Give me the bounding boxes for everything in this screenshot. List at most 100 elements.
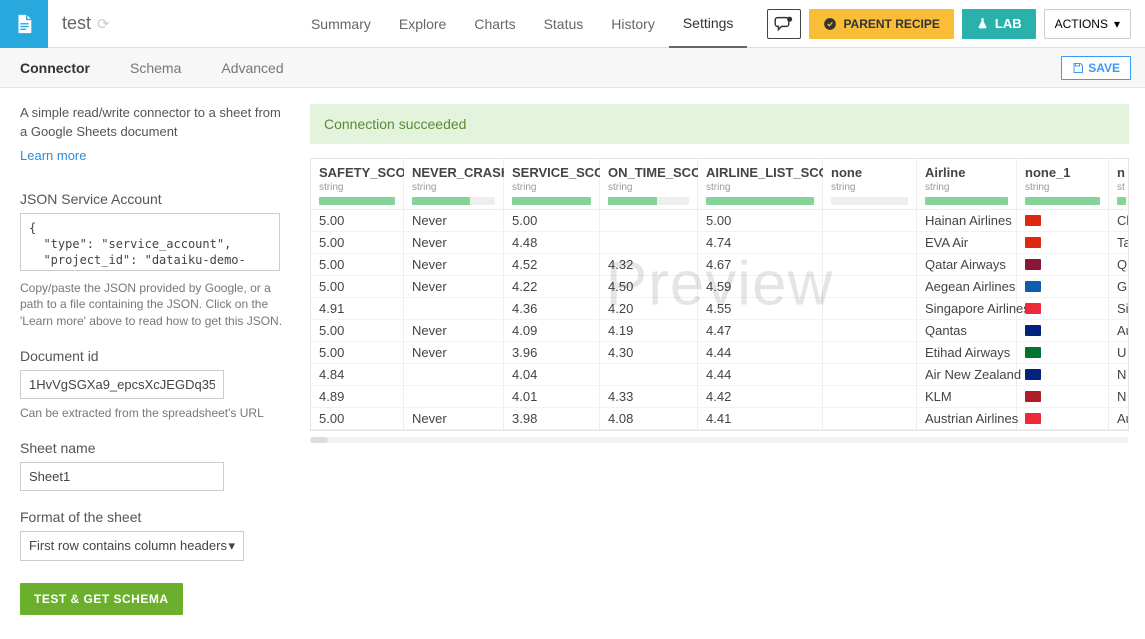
sub-tab-connector[interactable]: Connector: [0, 48, 110, 88]
table-cell[interactable]: 5.00: [311, 342, 403, 364]
table-cell[interactable]: Singapore Airlines: [917, 298, 1016, 320]
table-cell[interactable]: 4.22: [504, 276, 599, 298]
table-cell[interactable]: 5.00: [311, 232, 403, 254]
table-cell[interactable]: [404, 386, 503, 408]
table-cell[interactable]: [600, 232, 697, 254]
table-cell[interactable]: [823, 386, 916, 408]
column-header[interactable]: none_1: [1025, 165, 1100, 180]
table-cell[interactable]: [823, 298, 916, 320]
table-cell[interactable]: [600, 210, 697, 232]
table-cell[interactable]: 4.89: [311, 386, 403, 408]
column-header[interactable]: AIRLINE_LIST_SCORE: [706, 165, 814, 180]
sheet-name-input[interactable]: [20, 462, 224, 491]
test-schema-button[interactable]: TEST & GET SCHEMA: [20, 583, 183, 615]
table-cell[interactable]: EVA Air: [917, 232, 1016, 254]
table-cell[interactable]: 4.04: [504, 364, 599, 386]
table-cell[interactable]: 3.98: [504, 408, 599, 430]
table-cell[interactable]: 4.47: [698, 320, 822, 342]
table-cell[interactable]: Qatar Airways: [917, 254, 1016, 276]
table-cell[interactable]: [823, 342, 916, 364]
table-cell[interactable]: KLM: [917, 386, 1016, 408]
table-cell[interactable]: Austrian Airlines: [917, 408, 1016, 430]
table-cell[interactable]: Cl: [1109, 210, 1129, 232]
table-cell[interactable]: 5.00: [504, 210, 599, 232]
table-cell[interactable]: [823, 254, 916, 276]
table-cell[interactable]: Au: [1109, 320, 1129, 342]
table-cell[interactable]: [1017, 232, 1108, 254]
table-cell[interactable]: 4.42: [698, 386, 822, 408]
table-cell[interactable]: [404, 364, 503, 386]
table-cell[interactable]: Etihad Airways: [917, 342, 1016, 364]
table-cell[interactable]: Au: [1109, 408, 1129, 430]
parent-recipe-button[interactable]: PARENT RECIPE: [809, 9, 953, 39]
sub-tab-schema[interactable]: Schema: [110, 48, 201, 88]
table-cell[interactable]: 4.44: [698, 364, 822, 386]
table-cell[interactable]: Q: [1109, 254, 1129, 276]
table-cell[interactable]: N: [1109, 386, 1129, 408]
table-cell[interactable]: [1017, 254, 1108, 276]
table-cell[interactable]: 5.00: [698, 210, 822, 232]
column-header[interactable]: NEVER_CRASHED: [412, 165, 495, 180]
table-cell[interactable]: Never: [404, 210, 503, 232]
table-cell[interactable]: Hainan Airlines: [917, 210, 1016, 232]
table-cell[interactable]: 4.20: [600, 298, 697, 320]
table-cell[interactable]: 5.00: [311, 408, 403, 430]
table-cell[interactable]: Gr: [1109, 276, 1129, 298]
table-cell[interactable]: 3.96: [504, 342, 599, 364]
table-cell[interactable]: 4.09: [504, 320, 599, 342]
table-cell[interactable]: 4.19: [600, 320, 697, 342]
table-cell[interactable]: [1017, 386, 1108, 408]
format-select[interactable]: First row contains column headers ▾: [20, 531, 244, 561]
discussions-button[interactable]: [767, 9, 801, 39]
sub-tab-advanced[interactable]: Advanced: [201, 48, 303, 88]
table-cell[interactable]: Qantas: [917, 320, 1016, 342]
column-header[interactable]: n: [1117, 165, 1126, 180]
table-cell[interactable]: Never: [404, 408, 503, 430]
table-cell[interactable]: U: [1109, 342, 1129, 364]
table-cell[interactable]: [600, 364, 697, 386]
table-cell[interactable]: [1017, 408, 1108, 430]
table-cell[interactable]: 5.00: [311, 276, 403, 298]
learn-more-link[interactable]: Learn more: [20, 148, 86, 163]
nav-tab-status[interactable]: Status: [530, 0, 598, 48]
nav-tab-history[interactable]: History: [597, 0, 669, 48]
table-cell[interactable]: 4.67: [698, 254, 822, 276]
table-cell[interactable]: Never: [404, 276, 503, 298]
table-cell[interactable]: 4.91: [311, 298, 403, 320]
table-cell[interactable]: [823, 364, 916, 386]
table-cell[interactable]: 4.55: [698, 298, 822, 320]
table-cell[interactable]: 4.52: [504, 254, 599, 276]
table-cell[interactable]: Never: [404, 254, 503, 276]
table-cell[interactable]: 4.30: [600, 342, 697, 364]
table-cell[interactable]: 4.44: [698, 342, 822, 364]
table-cell[interactable]: Ta: [1109, 232, 1129, 254]
table-cell[interactable]: [823, 276, 916, 298]
save-button[interactable]: SAVE: [1061, 56, 1131, 80]
table-cell[interactable]: [1017, 276, 1108, 298]
table-cell[interactable]: [823, 232, 916, 254]
table-cell[interactable]: Air New Zealand: [917, 364, 1016, 386]
nav-tab-charts[interactable]: Charts: [460, 0, 529, 48]
table-cell[interactable]: [1017, 298, 1108, 320]
column-header[interactable]: none: [831, 165, 908, 180]
refresh-icon[interactable]: ⟳: [97, 15, 110, 33]
table-cell[interactable]: Aegean Airlines: [917, 276, 1016, 298]
table-cell[interactable]: [823, 408, 916, 430]
table-cell[interactable]: 5.00: [311, 320, 403, 342]
table-cell[interactable]: 4.59: [698, 276, 822, 298]
column-header[interactable]: SERVICE_SCORE: [512, 165, 591, 180]
table-cell[interactable]: 5.00: [311, 254, 403, 276]
actions-button[interactable]: ACTIONS ▾: [1044, 9, 1131, 39]
table-cell[interactable]: [1017, 342, 1108, 364]
column-header[interactable]: SAFETY_SCORE: [319, 165, 395, 180]
nav-tab-settings[interactable]: Settings: [669, 0, 748, 48]
table-cell[interactable]: N: [1109, 364, 1129, 386]
table-cell[interactable]: Never: [404, 320, 503, 342]
json-service-account-input[interactable]: [20, 213, 280, 271]
table-cell[interactable]: 5.00: [311, 210, 403, 232]
table-cell[interactable]: [1017, 320, 1108, 342]
lab-button[interactable]: LAB: [962, 9, 1036, 39]
table-cell[interactable]: 4.84: [311, 364, 403, 386]
nav-tab-summary[interactable]: Summary: [297, 0, 385, 48]
table-cell[interactable]: 4.32: [600, 254, 697, 276]
